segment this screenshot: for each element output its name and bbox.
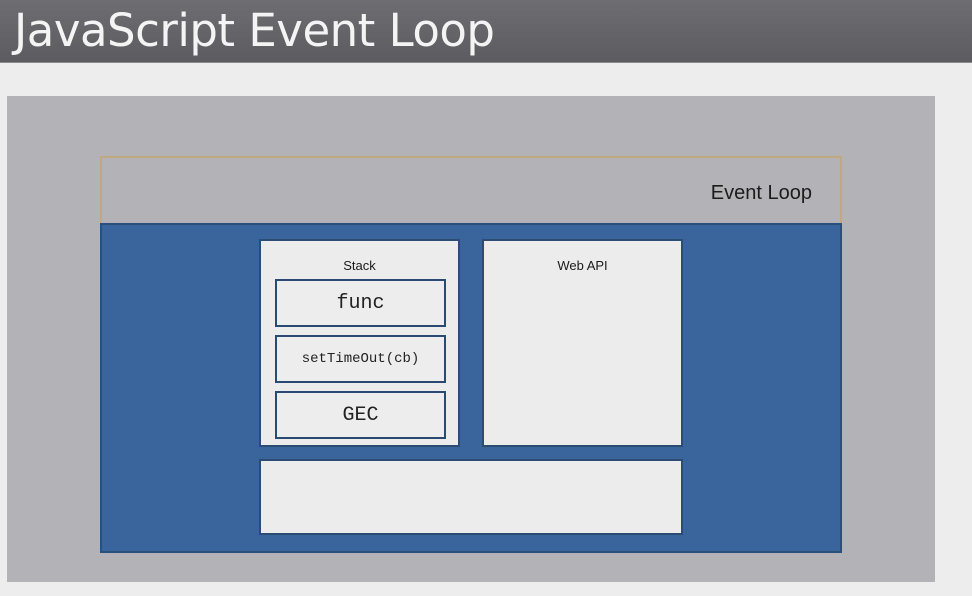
stack-frame-gec: GEC [275,391,446,439]
callback-queue-box [259,459,683,535]
stack-frame-settimeout: setTimeOut(cb) [275,335,446,383]
stack-box: Stack func setTimeOut(cb) GEC [259,239,460,447]
stack-frame-func: func [275,279,446,327]
title-bar: JavaScript Event Loop [0,0,972,63]
event-loop-label: Event Loop [710,182,812,204]
web-api-label: Web API [557,258,608,273]
slide-title: JavaScript Event Loop [14,4,495,57]
stack-label: Stack [343,258,376,273]
event-loop-region: Event Loop [100,156,842,224]
web-api-box: Web API [482,239,683,447]
